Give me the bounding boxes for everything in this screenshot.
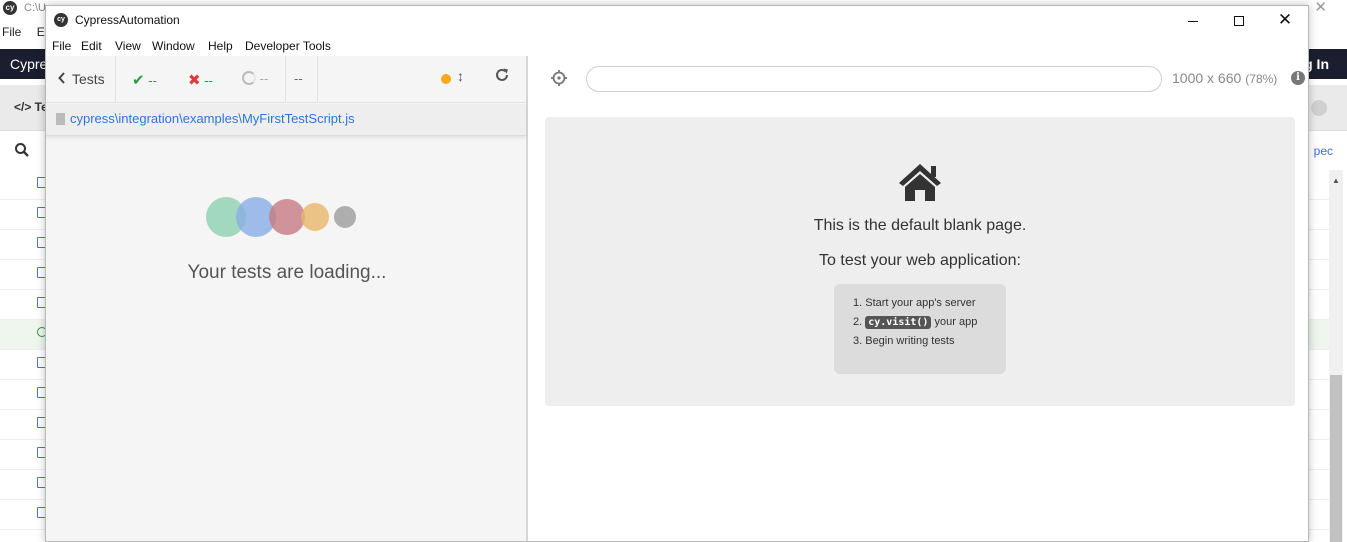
background-tests-tab[interactable]: </> Te <box>14 100 48 114</box>
close-button[interactable]: ✕ <box>1262 6 1308 36</box>
background-info-icon[interactable] <box>1311 100 1327 116</box>
duration-group: -- <box>286 56 318 103</box>
pending-stat: -- <box>242 71 268 86</box>
menu-file[interactable]: File <box>52 39 71 53</box>
pending-count: -- <box>259 71 269 86</box>
background-spec-link[interactable]: pec <box>1314 144 1333 158</box>
background-menu-file[interactable]: File <box>2 25 21 39</box>
menubar: File Edit View Window Help Developer Too… <box>46 36 1308 56</box>
stats-group: ✔ -- ✖ -- -- <box>116 56 286 103</box>
passed-count: -- <box>148 73 157 88</box>
menu-help[interactable]: Help <box>208 39 233 53</box>
tests-button[interactable]: Tests <box>46 56 116 103</box>
blank-page: This is the default blank page. To test … <box>545 117 1295 406</box>
pending-spinner-icon <box>242 71 256 85</box>
chevron-left-icon <box>58 71 66 87</box>
close-icon: ✕ <box>1277 10 1293 29</box>
background-brand[interactable]: Cypre <box>10 56 47 72</box>
step-1: 1. Start your app's server <box>853 297 976 309</box>
selector-playground-icon[interactable] <box>550 69 568 87</box>
check-icon: ✔ <box>132 72 145 89</box>
getting-started-steps: 1. Start your app's server 2. cy.visit()… <box>834 284 1006 374</box>
failed-count: -- <box>204 73 213 88</box>
minimize-button[interactable] <box>1170 6 1216 36</box>
step-2-number: 2. <box>853 316 863 328</box>
background-close-icon[interactable]: ✕ <box>1314 0 1327 16</box>
reporter-panel: Tests ✔ -- ✖ -- -- -- ↕ cypress\integrat… <box>46 56 528 541</box>
step-2-text: your app <box>934 316 978 328</box>
viewport-dimensions: 1000 x 660 <box>1172 70 1242 86</box>
scroll-up-icon[interactable]: ▲ <box>1332 176 1340 185</box>
cypress-window: cy CypressAutomation ✕ File Edit View Wi… <box>45 5 1309 542</box>
info-icon[interactable]: i <box>1291 71 1305 85</box>
background-scrollbar[interactable]: ▲ <box>1329 170 1343 542</box>
url-bar[interactable] <box>586 66 1162 92</box>
loader-circle <box>269 199 305 235</box>
step-3: 3. Begin writing tests <box>853 335 955 347</box>
reload-icon[interactable] <box>494 67 510 88</box>
menu-view[interactable]: View <box>115 39 141 53</box>
x-icon: ✖ <box>188 72 201 89</box>
background-search-icon[interactable] <box>14 142 30 161</box>
titlebar[interactable]: cy CypressAutomation ✕ <box>46 6 1308 36</box>
scrollbar-thumb[interactable] <box>1330 375 1342 542</box>
viewport-size: 1000 x 660 (78%) <box>1172 70 1277 86</box>
passed-stat: ✔ -- <box>132 71 157 89</box>
blank-page-subtitle: To test your web application: <box>819 252 1021 269</box>
loading-animation <box>206 196 366 237</box>
failed-stat: ✖ -- <box>188 71 213 89</box>
cypress-logo-icon: cy <box>3 1 17 15</box>
home-icon <box>896 161 944 203</box>
minimize-icon <box>1188 20 1198 22</box>
auto-scroll-toggle-icon[interactable]: ↕ <box>457 68 464 84</box>
document-icon <box>56 113 65 125</box>
window-title: CypressAutomation <box>75 13 180 27</box>
menu-edit[interactable]: Edit <box>81 39 102 53</box>
loader-circle <box>334 206 356 228</box>
maximize-button[interactable] <box>1216 6 1262 36</box>
loader-circle <box>301 203 329 231</box>
viewport-scale: (78%) <box>1245 72 1278 86</box>
menu-window[interactable]: Window <box>152 39 195 53</box>
duration-value: -- <box>294 71 303 86</box>
running-status-icon <box>441 74 451 84</box>
maximize-icon <box>1234 16 1244 27</box>
background-title-path: C:\U <box>24 2 46 14</box>
tests-button-label: Tests <box>72 71 105 87</box>
cypress-logo-icon: cy <box>54 13 68 27</box>
step-2: 2. cy.visit() your app <box>853 313 1006 332</box>
blank-page-title: This is the default blank page. <box>813 217 1027 234</box>
reporter-header: Tests ✔ -- ✖ -- -- -- ↕ <box>46 56 526 103</box>
menu-developer-tools[interactable]: Developer Tools <box>245 39 331 53</box>
runner-panel: 1000 x 660 (78%) i This is the default bl… <box>530 56 1308 541</box>
spec-path-link[interactable]: cypress\integration\examples\MyFirstTest… <box>70 111 355 126</box>
spec-path-bar: cypress\integration\examples\MyFirstTest… <box>46 104 526 136</box>
loading-message: Your tests are loading... <box>187 262 387 283</box>
runner-header: 1000 x 660 (78%) i <box>530 56 1308 103</box>
step-2-code: cy.visit() <box>865 316 932 329</box>
